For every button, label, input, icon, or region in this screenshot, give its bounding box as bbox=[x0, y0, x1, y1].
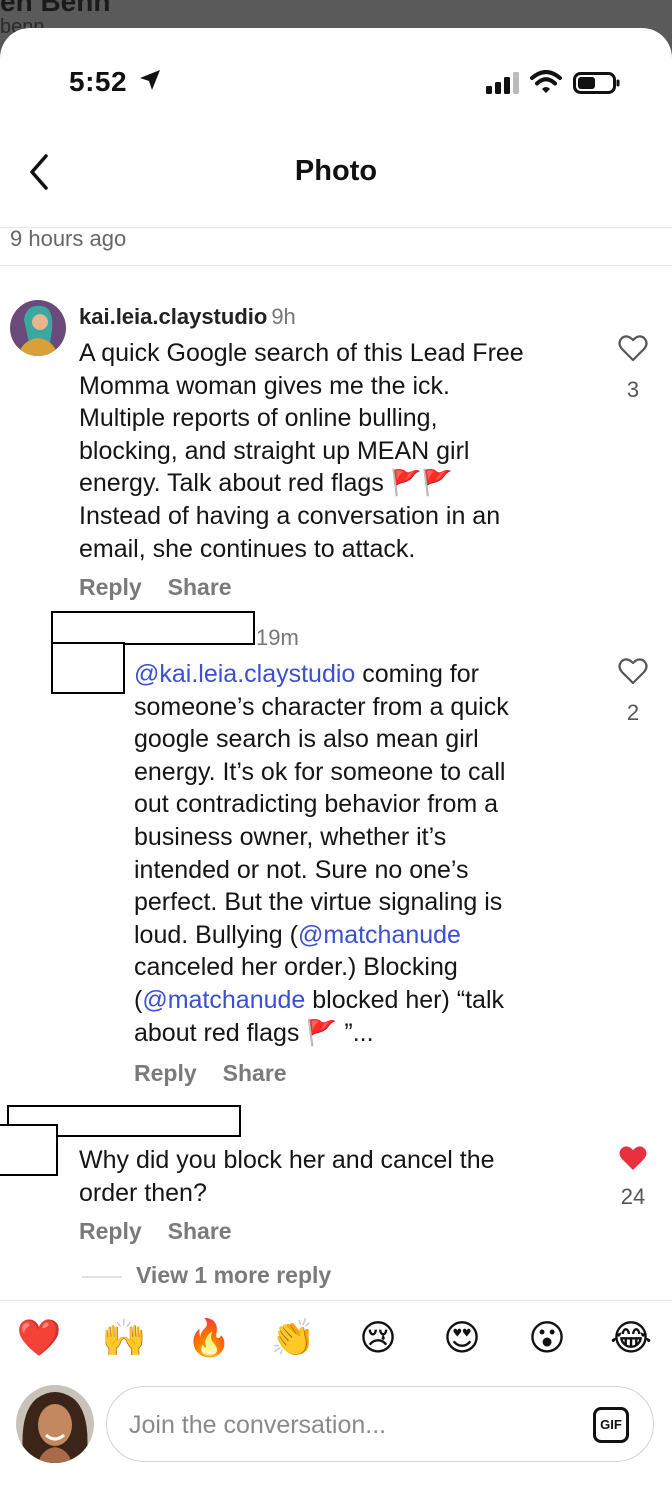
fire-icon[interactable]: 🔥 bbox=[186, 1315, 232, 1361]
comment-line: out contradicting behavior from a bbox=[134, 790, 499, 819]
comment-text: A quick Google search of this Lead Free … bbox=[79, 337, 524, 565]
comment-line: business owner, whether it’s bbox=[134, 822, 447, 851]
comment-line: (@matchanude blocked her) “talk bbox=[134, 985, 505, 1014]
status-time: 5:52 bbox=[69, 66, 128, 97]
reply-button[interactable]: Reply bbox=[79, 1218, 142, 1244]
thread-line bbox=[82, 1275, 122, 1278]
comment-line: intended or not. Sure no one’s bbox=[134, 855, 469, 884]
like-count: 3 bbox=[626, 377, 640, 402]
location-arrow-icon bbox=[140, 70, 160, 90]
share-button[interactable]: Share bbox=[168, 574, 232, 600]
liked-heart-icon[interactable] bbox=[618, 1144, 648, 1172]
comment-age: 9h bbox=[271, 304, 296, 329]
comment-line: about red flags 🚩 ”... bbox=[134, 1018, 374, 1047]
comment-line: canceled her order.) Blocking bbox=[134, 953, 458, 982]
heart-eyes-icon[interactable]: 😍 bbox=[439, 1315, 485, 1361]
comment-line: Momma woman gives me the ick. bbox=[79, 371, 450, 400]
view-more-replies-button[interactable]: View 1 more reply bbox=[82, 1262, 331, 1289]
comment-line: Instead of having a conversation in an bbox=[79, 501, 501, 530]
like-count: 2 bbox=[626, 700, 640, 725]
post-divider bbox=[0, 265, 672, 266]
comment-line: someone’s character from a quick bbox=[134, 692, 509, 721]
comment-line: energy. It’s ok for someone to call bbox=[134, 757, 506, 786]
comment-text: @kai.leia.claystudio coming for someone’… bbox=[134, 658, 509, 1049]
redacted-username bbox=[51, 611, 255, 645]
share-button[interactable]: Share bbox=[223, 1060, 287, 1086]
surprised-face-icon[interactable]: 😮 bbox=[524, 1315, 570, 1361]
redacted-avatar bbox=[51, 642, 125, 694]
comment-line: perfect. But the virtue signaling is bbox=[134, 888, 503, 917]
comment-composer: GIF bbox=[106, 1386, 654, 1462]
like-heart-icon[interactable] bbox=[618, 334, 648, 362]
page-title: Photo bbox=[294, 155, 378, 187]
raising-hands-icon[interactable]: 🙌 bbox=[101, 1315, 147, 1361]
comment-actions: Reply Share bbox=[79, 1218, 232, 1245]
my-avatar bbox=[16, 1385, 94, 1463]
avatar[interactable] bbox=[10, 300, 66, 356]
comment-line: order then? bbox=[79, 1178, 207, 1207]
comment-text: Why did you block her and cancel the ord… bbox=[79, 1144, 495, 1209]
comment-line: energy. Talk about red flags 🚩🚩 bbox=[79, 469, 454, 498]
gif-button[interactable]: GIF bbox=[593, 1407, 629, 1443]
reply-button[interactable]: Reply bbox=[134, 1060, 197, 1086]
like-heart-icon[interactable] bbox=[618, 657, 648, 685]
comment-input[interactable] bbox=[129, 1405, 569, 1445]
mention-link[interactable]: @kai.leia.claystudio bbox=[134, 660, 355, 688]
red-heart-icon[interactable]: ❤️ bbox=[16, 1315, 62, 1361]
photo-comments-sheet: 5:52 Photo 9 hours ago kai.leia.claystud… bbox=[0, 28, 672, 1512]
redacted-avatar bbox=[0, 1124, 58, 1176]
cellular-signal-icon bbox=[486, 72, 519, 94]
laughing-face-icon[interactable]: 😂 bbox=[608, 1315, 654, 1361]
post-time-ago: 9 hours ago bbox=[10, 226, 127, 251]
share-button[interactable]: Share bbox=[168, 1218, 232, 1244]
battery-icon bbox=[573, 72, 620, 94]
comment-line: email, she continues to attack. bbox=[79, 534, 416, 563]
comment-line: Why did you block her and cancel the bbox=[79, 1146, 495, 1174]
comment-actions: Reply Share bbox=[79, 574, 232, 601]
emoji-reaction-bar: ❤️ 🙌 🔥 👏 😢 😍 😮 😂 bbox=[0, 1300, 672, 1378]
clapping-hands-icon[interactable]: 👏 bbox=[270, 1315, 316, 1361]
crying-face-icon[interactable]: 😢 bbox=[355, 1315, 401, 1361]
view-more-label[interactable]: View 1 more reply bbox=[136, 1262, 331, 1288]
mention-link[interactable]: @matchanude bbox=[142, 986, 305, 1014]
comment-line: blocking, and straight up MEAN girl bbox=[79, 436, 470, 465]
comment-line: Multiple reports of online bulling, bbox=[79, 404, 438, 433]
mention-link[interactable]: @matchanude bbox=[298, 921, 461, 949]
comment-age: 19m bbox=[256, 625, 299, 650]
like-count: 24 bbox=[620, 1184, 646, 1209]
comment-line: google search is also mean girl bbox=[134, 725, 479, 754]
comment-username[interactable]: kai.leia.claystudio 9h bbox=[79, 304, 296, 330]
comment-line: @kai.leia.claystudio coming for bbox=[134, 660, 479, 688]
wifi-icon bbox=[530, 70, 562, 93]
comment-line: loud. Bullying (@matchanude bbox=[134, 920, 461, 949]
reply-button[interactable]: Reply bbox=[79, 574, 142, 600]
username-text[interactable]: kai.leia.claystudio bbox=[79, 304, 267, 329]
comment-line: A quick Google search of this Lead Free bbox=[79, 339, 524, 367]
comment-actions: Reply Share bbox=[134, 1060, 287, 1087]
